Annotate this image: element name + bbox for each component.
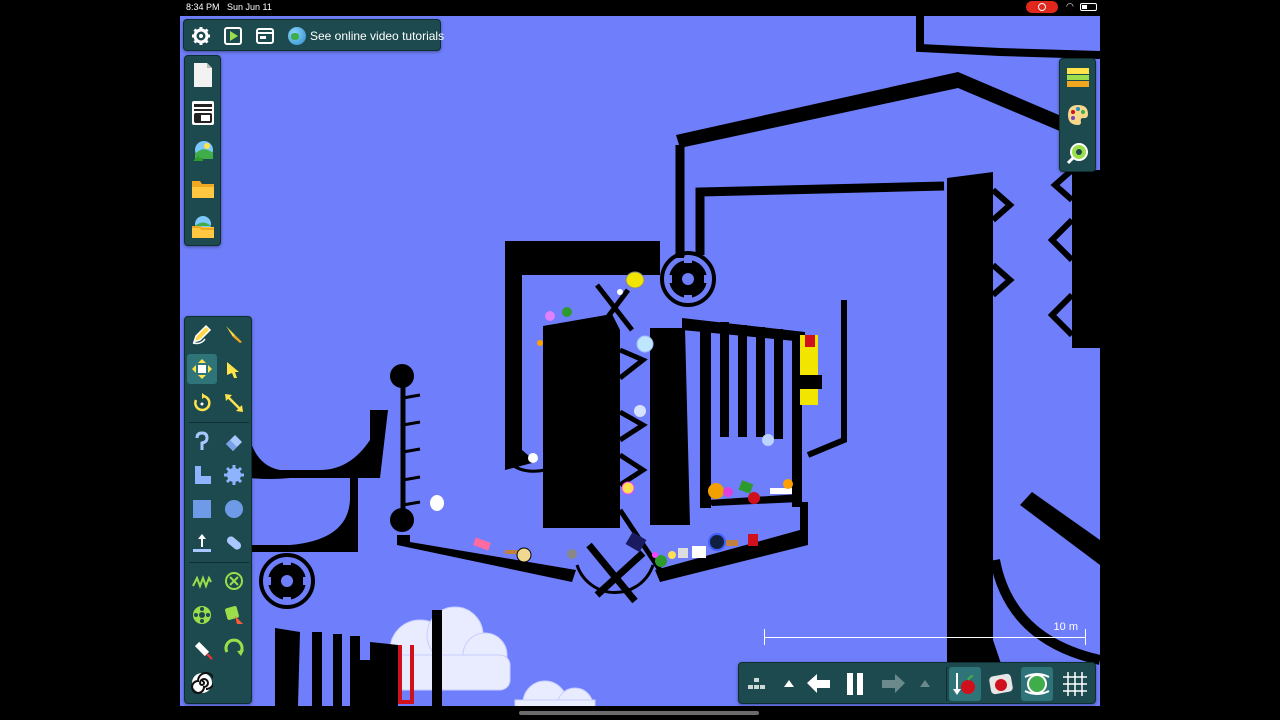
- scale-tick-right: [1085, 629, 1086, 645]
- top-right-frame: [916, 16, 1100, 59]
- square-shape-icon[interactable]: [187, 494, 217, 524]
- cloud-right: [514, 680, 596, 706]
- tutorials-link[interactable]: See online video tutorials: [288, 20, 444, 52]
- left-bowl: [250, 410, 388, 479]
- rotate-motor-icon[interactable]: [219, 634, 249, 664]
- rope-chain-icon[interactable]: [187, 426, 217, 456]
- background-layers-icon[interactable]: [1063, 62, 1093, 92]
- zoom-icon[interactable]: [1063, 138, 1093, 168]
- tools-separator: [189, 562, 249, 563]
- bottom-cross-wheel: [575, 542, 655, 604]
- ladder-rungs: [402, 393, 421, 507]
- tools-panel: [184, 316, 252, 704]
- open-folder-icon[interactable]: [188, 174, 218, 204]
- redo-icon[interactable]: [877, 667, 909, 701]
- wifi-icon: ◠: [1066, 1, 1074, 11]
- bottom-toolbar: [738, 662, 1096, 704]
- ladder-bottom-ball: [390, 508, 414, 532]
- air-friction-icon[interactable]: [985, 667, 1017, 701]
- settings-gear-icon[interactable]: [186, 21, 216, 51]
- undo-icon[interactable]: [803, 667, 835, 701]
- rotate-tool-icon[interactable]: [187, 388, 217, 418]
- scene-drawing: [250, 16, 1100, 706]
- scale-bar: 10 m: [764, 621, 1086, 650]
- toolbar-divider: [946, 667, 947, 701]
- center-column: [650, 328, 690, 525]
- landscape-share-icon[interactable]: [188, 136, 218, 166]
- scene-list-icon[interactable]: [188, 98, 218, 128]
- folder-landscape-icon[interactable]: [188, 212, 218, 242]
- diagonal-arm: [1020, 492, 1100, 565]
- gravity-apple-icon[interactable]: [949, 667, 981, 701]
- window-icon[interactable]: [250, 21, 280, 51]
- curve-shape-icon[interactable]: [187, 460, 217, 490]
- spring-icon[interactable]: [187, 566, 217, 596]
- pause-icon[interactable]: [839, 667, 871, 701]
- zigzag-spikes: [991, 167, 1075, 338]
- status-time: 8:34 PM: [186, 2, 220, 12]
- fixate-tool-icon[interactable]: [187, 528, 217, 558]
- screen-recording-icon: [1026, 1, 1058, 13]
- wheel-icon[interactable]: [187, 600, 217, 630]
- cloud-left: [384, 606, 511, 691]
- file-panel: [184, 55, 221, 246]
- thruster-icon[interactable]: [219, 600, 249, 630]
- pencil-draw-icon[interactable]: [187, 319, 217, 349]
- tutorials-link-label: See online video tutorials: [310, 29, 445, 43]
- knife-cut-icon[interactable]: [219, 319, 249, 349]
- play-icon[interactable]: [218, 21, 248, 51]
- expand-up-icon[interactable]: [909, 667, 941, 701]
- simulation-canvas[interactable]: [180, 16, 1100, 706]
- circle-shape-icon[interactable]: [219, 494, 249, 524]
- expand-up-icon[interactable]: [773, 667, 805, 701]
- collision-toggle-icon[interactable]: [1021, 667, 1053, 701]
- ipad-screen: 8:34 PM Sun Jun 11 ◠ See online video tu…: [0, 0, 1280, 720]
- scale-label: 10 m: [1053, 621, 1078, 633]
- tools-separator: [189, 422, 249, 423]
- tracer-icon[interactable]: [219, 528, 249, 558]
- left-gear: [259, 553, 315, 609]
- laser-icon[interactable]: [187, 634, 217, 664]
- scale-tick-left: [764, 629, 765, 645]
- home-indicator[interactable]: [519, 711, 759, 715]
- battery-icon: [1080, 3, 1097, 11]
- center-gear: [660, 251, 716, 307]
- status-date: Sun Jun 11: [227, 2, 272, 12]
- grid-snap-icon[interactable]: [1059, 667, 1091, 701]
- upper-pipe: [695, 181, 945, 255]
- right-panel: [1059, 58, 1096, 172]
- eraser-icon[interactable]: [219, 426, 249, 456]
- scale-line: [764, 637, 1086, 638]
- new-document-icon[interactable]: [188, 60, 218, 90]
- hinge-icon[interactable]: [219, 566, 249, 596]
- resize-tool-icon[interactable]: [219, 388, 249, 418]
- left-funnel: [250, 478, 358, 552]
- central-block: [543, 314, 620, 528]
- spiral-icon[interactable]: [187, 668, 217, 698]
- right-wall: [1072, 170, 1100, 348]
- move-tool-icon[interactable]: [187, 354, 217, 384]
- roof-beam: [676, 72, 1066, 148]
- status-bar: 8:34 PM Sun Jun 11 ◠: [180, 0, 1100, 14]
- globe-icon: [288, 27, 306, 45]
- drag-hand-icon[interactable]: [219, 354, 249, 384]
- grid-options-icon[interactable]: [741, 667, 773, 701]
- color-palette-icon[interactable]: [1063, 100, 1093, 130]
- tall-pillar: [947, 172, 1010, 690]
- ladder-top-ball: [390, 364, 414, 388]
- gear-shape-icon[interactable]: [219, 460, 249, 490]
- top-toolbar: See online video tutorials: [183, 19, 444, 52]
